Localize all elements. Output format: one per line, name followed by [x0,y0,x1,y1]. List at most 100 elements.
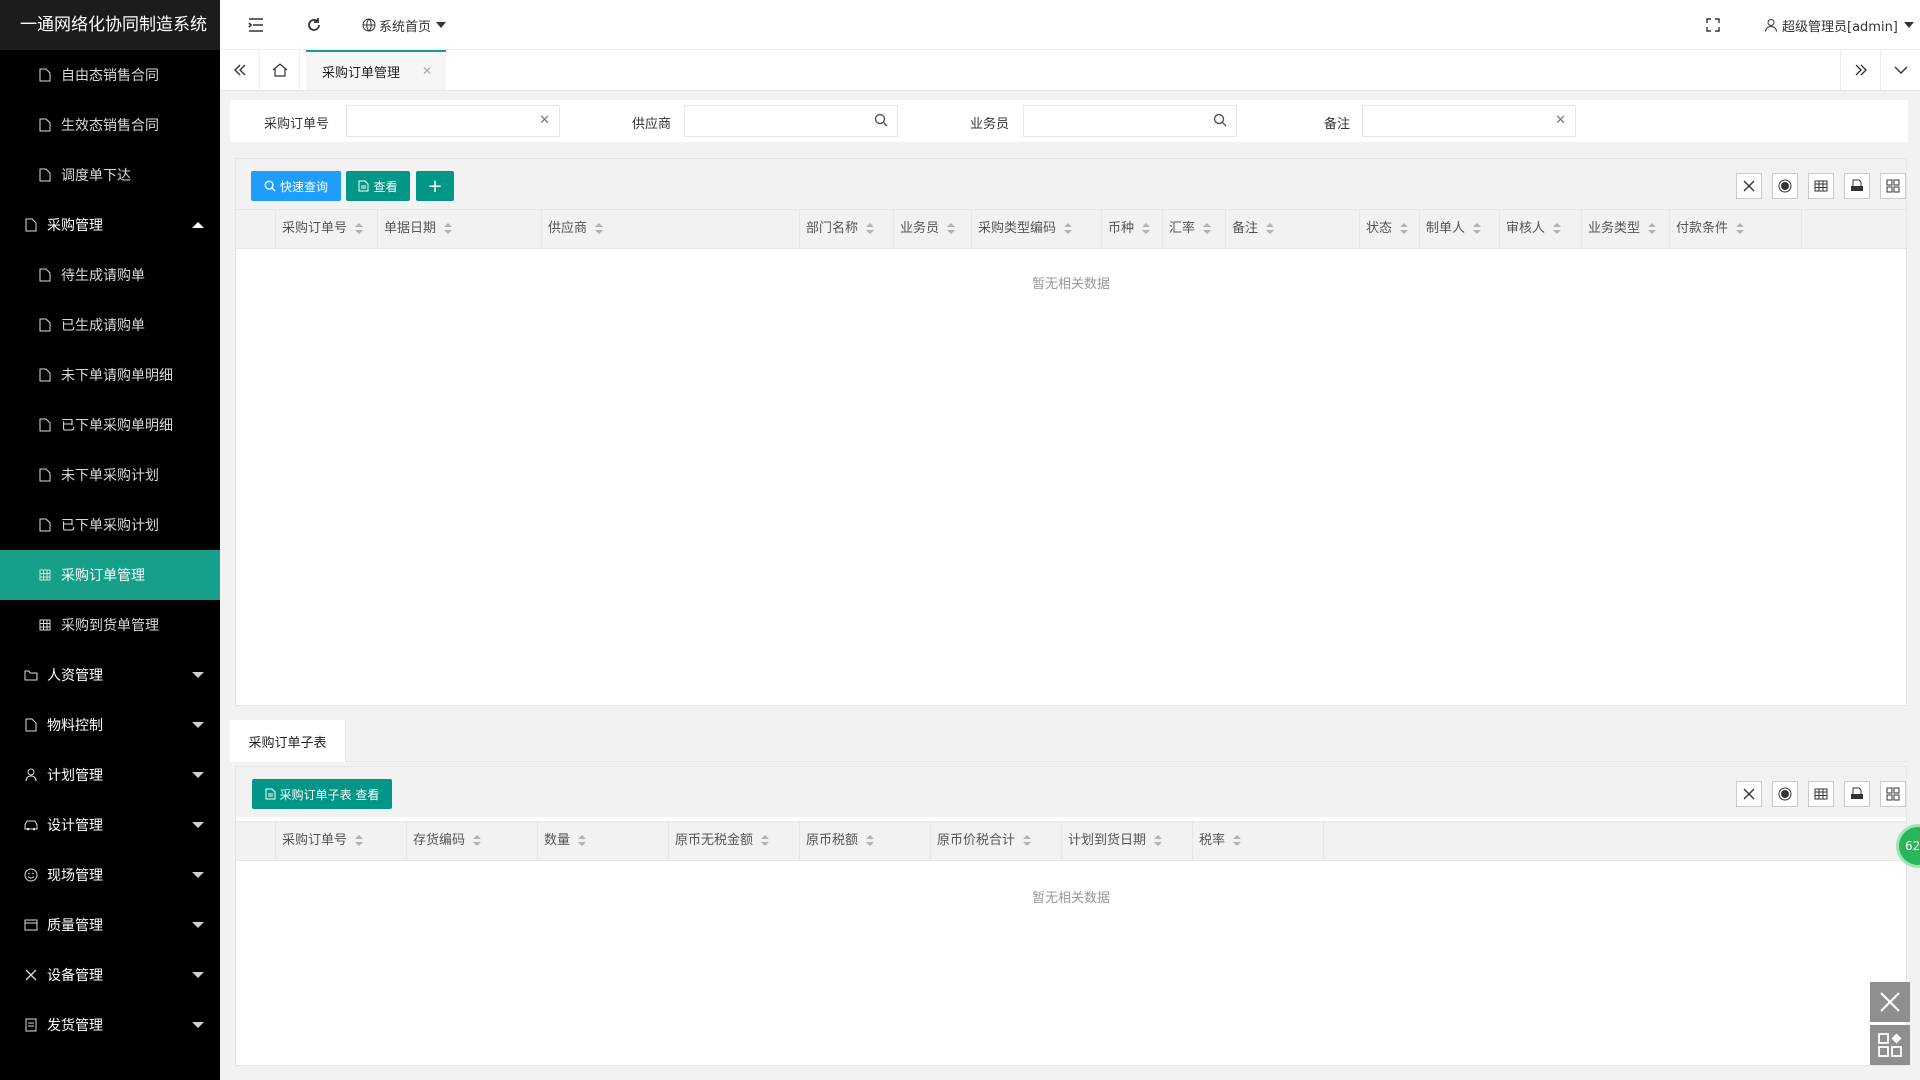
tab-purchase-order[interactable]: 采购订单管理 ✕ [306,50,446,90]
sort-icon[interactable] [1736,222,1745,235]
column-header[interactable]: 付款条件 [1670,210,1802,248]
sort-icon[interactable] [473,834,482,847]
sidebar-item-7[interactable]: 已下单采购单明细 [0,400,220,450]
column-header[interactable]: 部门名称 [800,210,894,248]
floating-tools-icon[interactable] [1870,982,1910,1022]
column-header[interactable]: 供应商 [542,210,800,248]
sidebar-item-16[interactable]: 现场管理 [0,850,220,900]
column-header[interactable]: 审核人 [1500,210,1582,248]
sidebar-item-13[interactable]: 物料控制 [0,700,220,750]
refresh-icon[interactable] [306,14,322,36]
sort-icon[interactable] [1154,834,1163,847]
column-header[interactable]: 存货编码 [407,822,538,860]
sort-icon[interactable] [1473,222,1482,235]
sidebar-item-5[interactable]: 已生成请购单 [0,300,220,350]
sidebar-item-17[interactable]: 质量管理 [0,900,220,950]
sidebar-item-0[interactable]: 自由态销售合同 [0,50,220,100]
column-header[interactable]: 原币税额 [800,822,931,860]
grid-layout-icon[interactable] [1880,173,1906,199]
sidebar-item-8[interactable]: 未下单采购计划 [0,450,220,500]
column-header[interactable]: 状态 [1360,210,1420,248]
detail-view-button[interactable]: 采购订单子表 查看 [252,779,392,809]
print-icon[interactable] [1844,173,1870,199]
supplier-input[interactable] [684,105,898,137]
sort-icon[interactable] [1266,222,1275,235]
sidebar-item-11[interactable]: 采购到货单管理 [0,600,220,650]
column-header[interactable]: 备注 [1226,210,1360,248]
column-header[interactable]: 税率 [1193,822,1324,860]
sidebar-item-3[interactable]: 采购管理 [0,200,220,250]
sort-icon[interactable] [1203,222,1212,235]
column-header[interactable]: 汇率 [1163,210,1226,248]
add-button[interactable]: + [416,171,454,201]
sidebar-item-1[interactable]: 生效态销售合同 [0,100,220,150]
column-header[interactable]: 单据日期 [378,210,542,248]
sidebar-item-9[interactable]: 已下单采购计划 [0,500,220,550]
sidebar-item-12[interactable]: 人资管理 [0,650,220,700]
sort-icon[interactable] [1023,834,1032,847]
sidebar-item-10[interactable]: 采购订单管理 [0,550,220,600]
sort-icon[interactable] [866,222,875,235]
sort-icon[interactable] [761,834,770,847]
sort-icon[interactable] [1064,222,1073,235]
sort-icon[interactable] [1400,222,1409,235]
home-menu-dropdown[interactable]: 系统首页 [362,14,447,36]
record-icon[interactable] [1772,173,1798,199]
column-header[interactable]: 数量 [538,822,669,860]
quick-search-button[interactable]: 快速查询 [251,171,341,201]
sidebar-item-6[interactable]: 未下单请购单明细 [0,350,220,400]
sort-icon[interactable] [1142,222,1151,235]
column-header[interactable]: 计划到货日期 [1062,822,1193,860]
tabs-menu-chevron-icon[interactable] [1880,50,1920,90]
grid-layout-icon[interactable] [1880,781,1906,807]
column-header[interactable]: 业务员 [894,210,972,248]
tools-icon[interactable] [1736,173,1762,199]
columns-icon[interactable] [1808,781,1834,807]
sort-icon[interactable] [355,222,364,235]
floating-apps-icon[interactable] [1870,1025,1910,1065]
column-header[interactable]: 原币价税合计 [931,822,1062,860]
menu-toggle-icon[interactable] [248,14,264,36]
column-header[interactable]: 原币无税金额 [669,822,800,860]
order-no-input[interactable]: ✕ [346,105,560,137]
salesman-input[interactable] [1023,105,1237,137]
sort-icon[interactable] [866,834,875,847]
sort-icon[interactable] [947,222,956,235]
sidebar-item-2[interactable]: 调度单下达 [0,150,220,200]
sidebar-item-4[interactable]: 待生成请购单 [0,250,220,300]
search-icon[interactable] [874,113,888,131]
column-header[interactable]: 业务类型 [1582,210,1670,248]
sort-icon[interactable] [444,222,453,235]
fullscreen-icon[interactable] [1706,14,1720,36]
sidebar-item-18[interactable]: 设备管理 [0,950,220,1000]
column-header[interactable]: 采购订单号 [276,210,378,248]
sort-icon[interactable] [1233,834,1242,847]
search-icon[interactable] [1213,113,1227,131]
columns-icon[interactable] [1808,173,1834,199]
sidebar-item-15[interactable]: 设计管理 [0,800,220,850]
clear-icon[interactable]: ✕ [539,113,550,128]
column-header[interactable]: 制单人 [1420,210,1500,248]
column-header[interactable]: 采购类型编码 [972,210,1102,248]
record-icon[interactable] [1772,781,1798,807]
sort-icon[interactable] [355,834,364,847]
home-tab-icon[interactable] [260,50,300,90]
clear-icon[interactable]: ✕ [1555,113,1566,128]
column-header[interactable]: 币种 [1102,210,1163,248]
sort-icon[interactable] [1553,222,1562,235]
view-button[interactable]: 查看 [346,171,410,201]
tabs-scroll-left-icon[interactable] [220,50,260,90]
column-header[interactable]: 采购订单号 [276,822,407,860]
tools-icon[interactable] [1736,781,1762,807]
sidebar-item-14[interactable]: 计划管理 [0,750,220,800]
remark-input[interactable]: ✕ [1362,105,1576,137]
print-icon[interactable] [1844,781,1870,807]
sort-icon[interactable] [1648,222,1657,235]
tabs-scroll-right-icon[interactable] [1840,50,1880,90]
sort-icon[interactable] [595,222,604,235]
close-icon[interactable]: ✕ [422,64,432,78]
sidebar-item-19[interactable]: 发货管理 [0,1000,220,1050]
user-menu[interactable]: 超级管理员[admin] [1764,14,1914,36]
sort-icon[interactable] [578,834,587,847]
tab-purchase-order-detail[interactable]: 采购订单子表 [230,720,346,762]
